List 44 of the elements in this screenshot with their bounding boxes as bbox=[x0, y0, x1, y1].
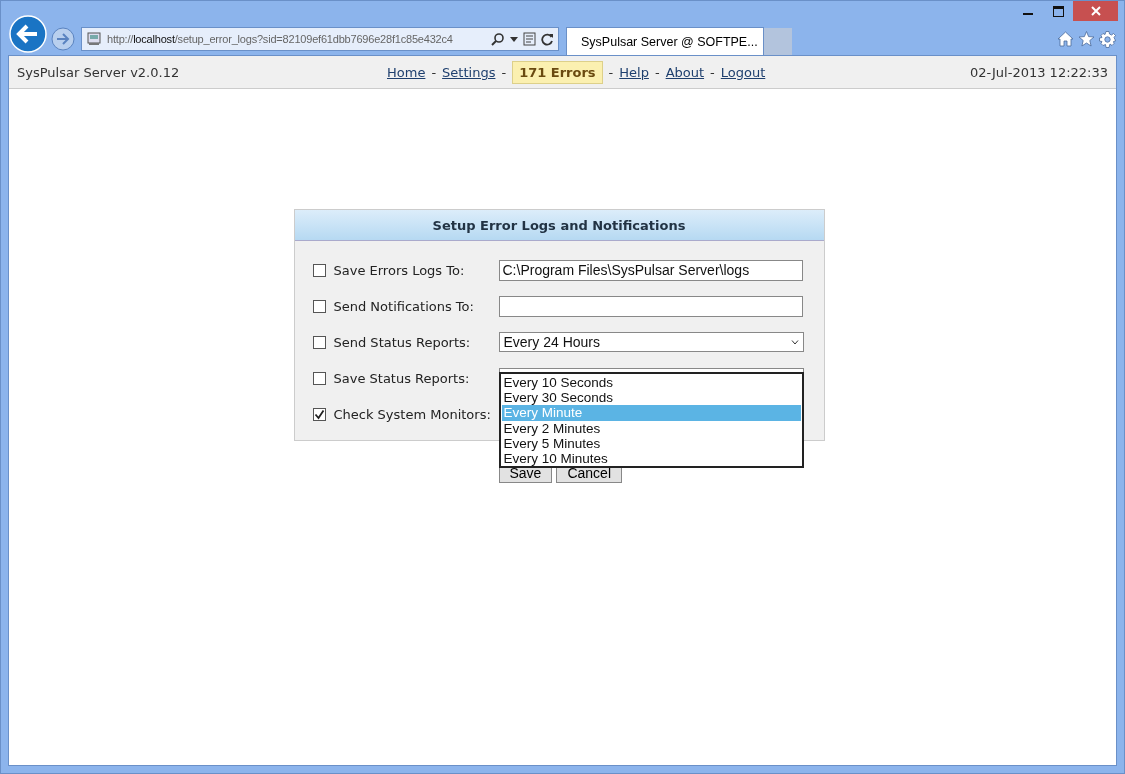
nav-link[interactable]: Help bbox=[619, 64, 649, 80]
nav-separator: - bbox=[710, 64, 715, 80]
star-icon[interactable] bbox=[1078, 31, 1095, 47]
input-field[interactable] bbox=[498, 295, 803, 317]
checkbox[interactable] bbox=[312, 407, 326, 421]
nav-separator: - bbox=[431, 64, 437, 80]
refresh-icon[interactable] bbox=[541, 32, 554, 46]
input-field[interactable]: C:\Program Files\SysPulsar Server\logs bbox=[498, 259, 803, 281]
nav-separator: - bbox=[608, 64, 614, 80]
nav-separator: - bbox=[654, 64, 660, 80]
nav-link[interactable]: About bbox=[665, 64, 705, 80]
home-icon[interactable] bbox=[1057, 31, 1074, 47]
field-label: Save Status Reports: bbox=[333, 370, 471, 386]
checkbox[interactable] bbox=[312, 299, 326, 313]
select-field[interactable]: Every 24 Hours bbox=[498, 332, 804, 352]
field-label: Save Errors Logs To: bbox=[333, 262, 466, 278]
close-button[interactable] bbox=[1073, 1, 1118, 21]
search-icon[interactable] bbox=[491, 32, 505, 46]
field-label: Send Status Reports: bbox=[333, 334, 472, 350]
address-bar[interactable]: http://localhost/setup_error_logs?sid=82109ef61dbb7696e28f1c85e432c4 bbox=[81, 27, 559, 51]
field-label: Check System Monitors: bbox=[333, 406, 492, 422]
checkbox[interactable] bbox=[312, 371, 326, 385]
nav-separator: - bbox=[501, 64, 507, 80]
page-icon[interactable] bbox=[523, 32, 536, 46]
browser-tab[interactable]: SysPulsar Server @ SOFTPE... bbox=[566, 27, 764, 55]
field-label: Send Notifications To: bbox=[333, 298, 475, 314]
caret-icon[interactable] bbox=[510, 36, 518, 42]
chevron-down-icon bbox=[790, 339, 799, 345]
dropdown-option[interactable]: Every 30 Seconds bbox=[501, 390, 801, 406]
dropdown-option[interactable]: Every 2 Minutes bbox=[501, 420, 801, 436]
date-time: 02-Jul-2013 12:22:33 bbox=[970, 64, 1108, 80]
close-icon bbox=[1089, 5, 1102, 17]
settings-icon[interactable] bbox=[1099, 30, 1116, 48]
nav-link[interactable]: Home bbox=[387, 64, 426, 80]
checkbox[interactable] bbox=[312, 335, 326, 349]
dropdown-option[interactable]: Every 5 Minutes bbox=[501, 435, 801, 451]
dropdown-option[interactable]: Every 10 Seconds bbox=[501, 375, 801, 391]
nav-link[interactable]: Logout bbox=[720, 64, 766, 80]
page-icon bbox=[86, 31, 102, 47]
app-title: SysPulsar Server v2.0.12 bbox=[17, 64, 181, 80]
panel-title: Setup Error Logs and Notifications bbox=[294, 210, 824, 241]
nav-link[interactable]: Settings bbox=[442, 64, 496, 80]
errors-badge[interactable]: 171 Errors bbox=[512, 60, 603, 84]
checkbox[interactable] bbox=[312, 263, 326, 277]
